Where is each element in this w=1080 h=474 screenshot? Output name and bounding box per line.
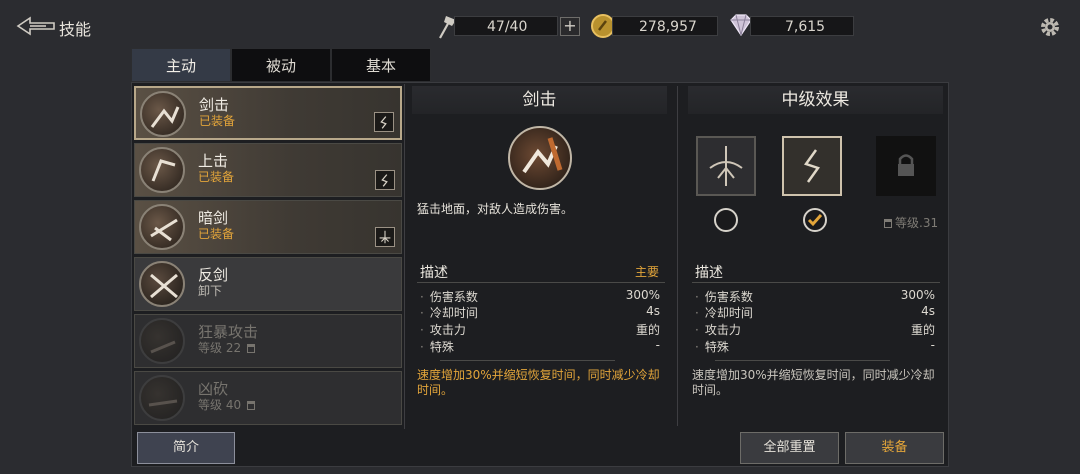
column-divider <box>677 86 678 426</box>
skill-status: 已装备 <box>199 114 236 128</box>
tab-basic-skills[interactable]: 基本 <box>331 48 431 82</box>
stamina-value: 47/40 <box>487 19 528 35</box>
add-stamina-button[interactable]: + <box>560 17 580 36</box>
primary-tag: 主要 <box>635 265 660 279</box>
skill-item-sword-strike[interactable]: 剑击 已装备 <box>134 86 402 140</box>
stat-row: · 攻击力 <box>695 323 741 337</box>
stat-value: 4s <box>646 304 660 318</box>
gem-bar: 7,615 <box>750 16 854 36</box>
skill-item-fierce-slash[interactable]: 凶砍 等级 40 <box>134 371 402 425</box>
skill-level-requirement: 等级 40 <box>198 396 255 413</box>
crossbow-effect-icon <box>709 146 743 186</box>
skill-item-upper-strike[interactable]: 上击 已装备 <box>134 143 402 197</box>
gem-value: 7,615 <box>785 19 826 35</box>
tab-passive-skills[interactable]: 被动 <box>231 48 331 82</box>
effect-description-heading: 描述 <box>695 265 723 281</box>
skill-status: 卸下 <box>198 284 223 298</box>
reset-all-button[interactable]: 全部重置 <box>740 432 839 464</box>
fierce-slash-icon <box>139 375 185 421</box>
stat-value: 300% <box>900 288 935 302</box>
tab-active-skills[interactable]: 主动 <box>131 48 231 82</box>
back-arrow-icon[interactable] <box>16 14 56 38</box>
stat-row: · 冷却时间 <box>695 306 753 320</box>
description-heading: 描述 <box>420 265 448 281</box>
stat-value: 4s <box>921 304 935 318</box>
skill-status: 已装备 <box>198 170 235 184</box>
checkmark-icon <box>807 214 823 227</box>
slot-badge-icon <box>375 170 395 190</box>
section-divider <box>417 282 665 283</box>
stat-value: - <box>930 338 935 352</box>
counter-sword-icon <box>139 261 185 307</box>
gold-value: 278,957 <box>639 19 697 35</box>
lock-icon <box>898 154 914 176</box>
sword-strike-large-icon <box>508 126 572 190</box>
lock-icon <box>246 344 255 353</box>
stat-value: - <box>655 338 660 352</box>
stat-row: · 特殊 <box>695 340 729 354</box>
skill-status: 已装备 <box>198 227 235 241</box>
stat-row: · 冷却时间 <box>420 306 478 320</box>
sword-strike-icon <box>140 91 186 137</box>
slash-effect-icon <box>803 149 821 183</box>
skill-description: 猛击地面，对敌人造成伤害。 <box>417 202 574 216</box>
skill-detail-title: 剑击 <box>412 86 667 114</box>
effect-option-2[interactable] <box>782 136 842 196</box>
lock-icon <box>884 219 892 228</box>
gear-icon[interactable] <box>1038 15 1062 39</box>
effect-option-locked <box>876 136 936 196</box>
effect-radio-2[interactable] <box>803 208 827 232</box>
section-divider <box>440 360 615 361</box>
section-divider <box>692 282 940 283</box>
top-bar: 技能 47/40 + 278,957 7,615 <box>0 0 1080 50</box>
effect-option-1[interactable] <box>696 136 756 196</box>
list-divider <box>404 84 405 429</box>
section-divider <box>715 360 890 361</box>
stat-row: · 伤害系数 <box>695 290 753 304</box>
equip-button[interactable]: 装备 <box>845 432 944 464</box>
effect-note: 速度增加30%并缩短恢复时间，同时减少冷却时间。 <box>692 368 935 397</box>
stat-row: · 攻击力 <box>420 323 466 337</box>
skill-item-counter-sword[interactable]: 反剑 卸下 <box>134 257 402 311</box>
slot-badge-icon <box>375 227 395 247</box>
stamina-bar: 47/40 <box>454 16 558 36</box>
page-title: 技能 <box>59 20 92 39</box>
stat-row: · 伤害系数 <box>420 290 478 304</box>
lock-icon <box>246 401 255 410</box>
dark-sword-icon <box>139 204 185 250</box>
effect-unlock-level: 等级.31 <box>884 214 938 231</box>
berserk-attack-icon <box>139 318 185 364</box>
skill-tabs: 主动 被动 基本 <box>131 48 431 82</box>
stat-row: · 特殊 <box>420 340 454 354</box>
upper-strike-icon <box>139 147 185 193</box>
skill-item-dark-sword[interactable]: 暗剑 已装备 <box>134 200 402 254</box>
effects-title: 中级效果 <box>688 86 943 114</box>
slot-badge-icon <box>374 112 394 132</box>
gold-bar: 278,957 <box>612 16 718 36</box>
stat-value: 重的 <box>635 323 660 337</box>
skill-level-requirement: 等级 22 <box>198 339 255 356</box>
stat-value: 重的 <box>910 323 935 337</box>
intro-button[interactable]: 简介 <box>137 432 235 464</box>
skill-note: 速度增加30%并缩短恢复时间，同时减少冷却时间。 <box>417 368 660 397</box>
skill-item-berserk-attack[interactable]: 狂暴攻击 等级 22 <box>134 314 402 368</box>
stat-value: 300% <box>625 288 660 302</box>
effect-radio-1[interactable] <box>714 208 738 232</box>
